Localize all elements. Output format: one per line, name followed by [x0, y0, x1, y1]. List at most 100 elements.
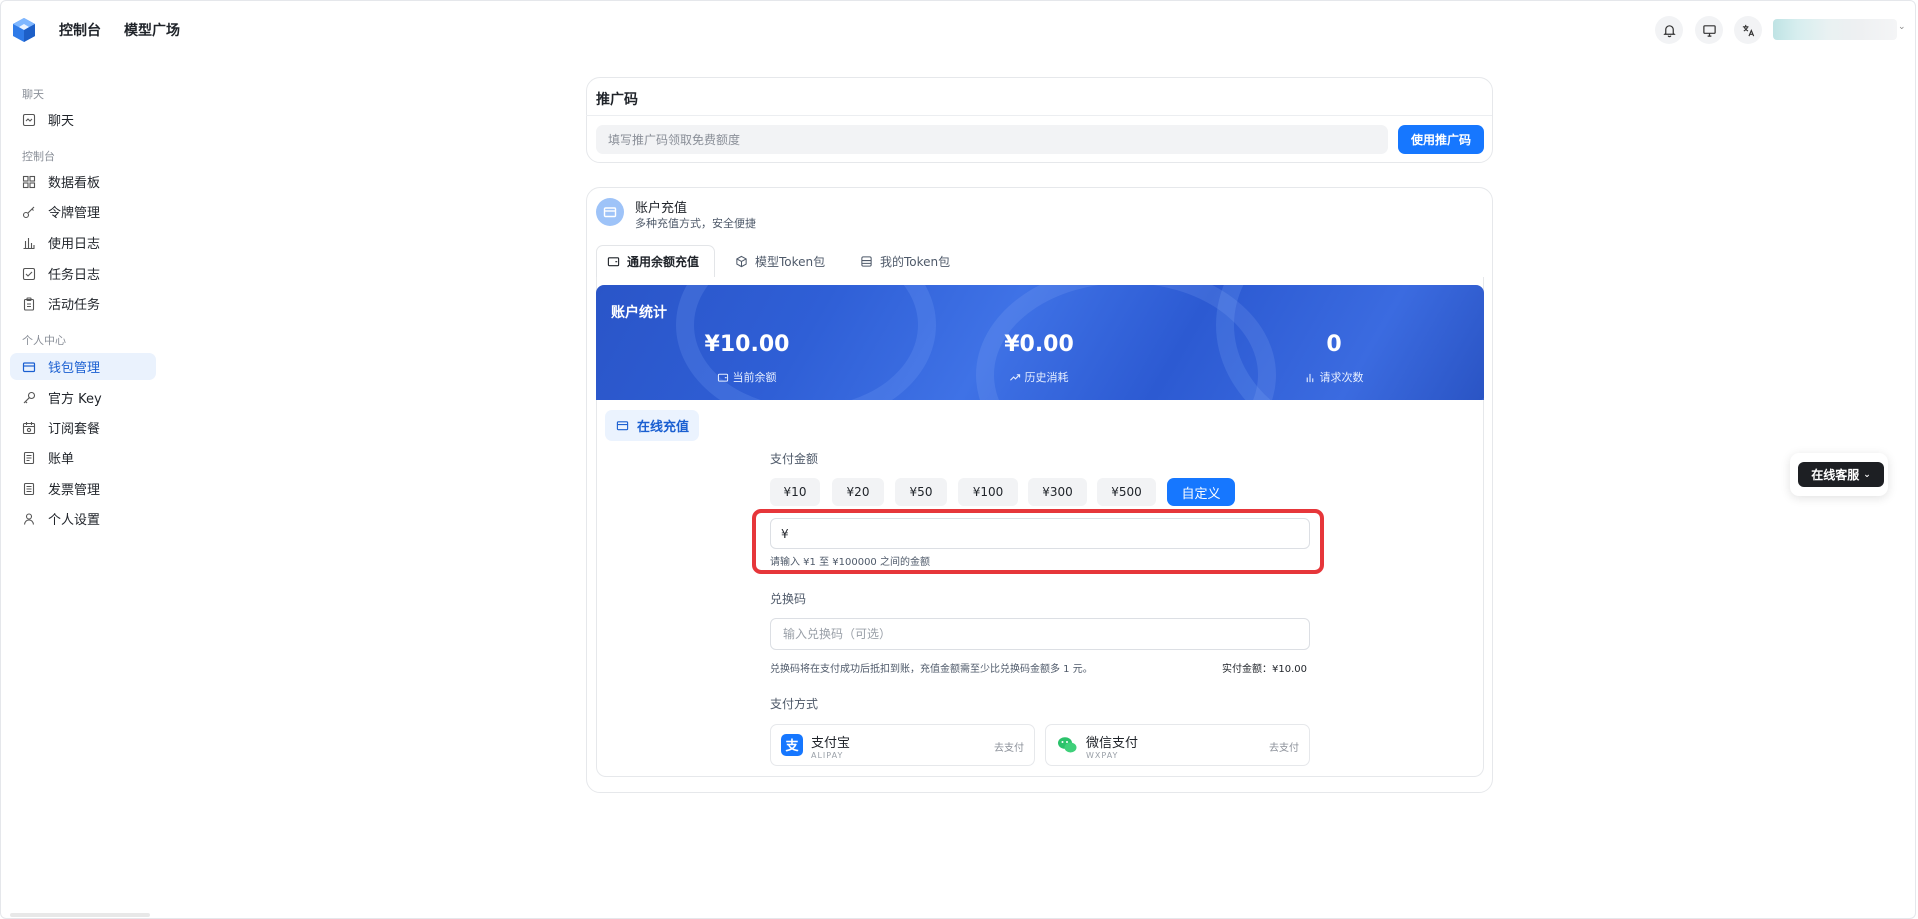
apply-promo-button[interactable]: 使用推广码 — [1398, 125, 1484, 154]
wechat-icon — [1056, 734, 1078, 756]
svg-text:支: 支 — [784, 738, 799, 754]
amount-option-500[interactable]: ¥500 — [1097, 478, 1156, 506]
payment-option-alipay[interactable]: 支 支付宝 ALIPAY 去支付 — [770, 724, 1035, 766]
sidebar-item-label: 账单 — [48, 452, 75, 467]
amount-option-100[interactable]: ¥100 — [958, 478, 1018, 506]
sidebar-item-subscription[interactable]: 订阅套餐 — [10, 414, 156, 441]
calendar-icon — [22, 421, 36, 434]
nav-console[interactable]: 控制台 — [59, 20, 101, 40]
sidebar-item-label: 令牌管理 — [48, 206, 101, 221]
sidebar-item-usage-log[interactable]: 使用日志 — [10, 229, 156, 256]
bar-chart-icon — [23, 237, 35, 249]
pay-action: 去支付 — [994, 743, 1024, 754]
recharge-title: 账户充值 — [635, 201, 688, 216]
tab-my-token-pack[interactable]: 我的Token包 — [850, 245, 960, 277]
amount-label: 支付金额 — [770, 452, 819, 466]
promo-title: 推广码 — [596, 92, 638, 108]
chevron-down-icon[interactable]: ⌄ — [1898, 22, 1906, 32]
online-service-widget: 在线客服 ⌄ — [1790, 453, 1888, 496]
stat-requests-label: 请求次数 — [1305, 369, 1364, 385]
payment-code: WXPAY — [1086, 751, 1119, 760]
sidebar-item-settings[interactable]: 个人设置 — [10, 505, 156, 532]
sidebar-item-dashboard[interactable]: 数据看板 — [10, 168, 156, 195]
sidebar-section-chat: 聊天 — [22, 88, 44, 101]
sidebar-item-label: 订阅套餐 — [48, 422, 101, 437]
alipay-icon: 支 — [781, 734, 803, 756]
dashboard-icon — [22, 175, 36, 188]
sidebar-item-label: 个人设置 — [48, 513, 101, 528]
sidebar-item-label: 发票管理 — [48, 483, 101, 498]
amount-option-20[interactable]: ¥20 — [832, 478, 884, 506]
stat-consumed-label: 历史消耗 — [1010, 369, 1069, 385]
bell-icon[interactable] — [1655, 16, 1683, 44]
amount-option-10[interactable]: ¥10 — [770, 478, 820, 506]
sidebar-scrollbar[interactable] — [10, 913, 150, 917]
sidebar-item-label: 聊天 — [48, 114, 75, 129]
sidebar-item-chat[interactable]: 聊天 — [10, 106, 156, 133]
stat-balance-value: ¥10.00 — [704, 332, 790, 357]
monitor-icon[interactable] — [1695, 16, 1723, 44]
tab-balance-recharge[interactable]: 通用余额充值 — [596, 245, 715, 277]
redeem-code-label: 兑换码 — [770, 592, 807, 606]
amount-input-value: ¥ — [781, 526, 789, 541]
stats-title: 账户统计 — [611, 305, 667, 321]
card-icon — [596, 198, 624, 226]
invoice-icon — [23, 482, 35, 495]
pay-total: 实付金额：¥10.00 — [1222, 664, 1307, 675]
card-icon — [616, 421, 629, 431]
sidebar-item-task-log[interactable]: 任务日志 — [10, 260, 156, 287]
sidebar-item-label: 活动任务 — [48, 298, 101, 313]
nav-model-plaza[interactable]: 模型广场 — [124, 20, 180, 40]
sidebar-section-personal: 个人中心 — [22, 334, 66, 347]
promo-code-input[interactable] — [596, 125, 1388, 154]
redeem-code-input[interactable] — [770, 618, 1310, 650]
online-service-button[interactable]: 在线客服 ⌄ — [1798, 462, 1884, 487]
tab-label: 模型Token包 — [755, 254, 826, 269]
sidebar-item-wallet[interactable]: 钱包管理 — [10, 353, 156, 380]
tab-label: 我的Token包 — [880, 254, 951, 269]
wallet-icon — [717, 373, 729, 382]
tab-online-recharge[interactable]: 在线充值 — [605, 410, 699, 441]
sidebar-item-official-key[interactable]: 官方 Key — [10, 384, 156, 411]
custom-amount-input[interactable]: ¥ — [770, 518, 1310, 549]
app-logo-icon[interactable] — [10, 16, 38, 44]
redeem-code-hint: 兑换码将在支付成功后抵扣到账，充值金额需至少比兑换码金额多 1 元。 — [770, 664, 1093, 675]
stat-consumed-value: ¥0.00 — [1004, 332, 1074, 357]
amount-option-50[interactable]: ¥50 — [895, 478, 947, 506]
sidebar-section-console: 控制台 — [22, 150, 55, 163]
stat-balance-label: 当前余额 — [717, 369, 777, 385]
sidebar-item-invoice[interactable]: 发票管理 — [10, 475, 156, 502]
key-icon — [22, 206, 35, 218]
chevron-down-icon: ⌄ — [1863, 469, 1871, 480]
recharge-subtitle: 多种充值方式，安全便捷 — [635, 217, 756, 230]
database-icon — [861, 255, 872, 267]
sidebar-item-label: 数据看板 — [48, 176, 101, 191]
key-outline-icon — [23, 391, 36, 403]
stat-requests-value: 0 — [1326, 332, 1342, 357]
payment-option-wechat[interactable]: 微信支付 WXPAY 去支付 — [1045, 724, 1310, 766]
translate-icon[interactable] — [1734, 16, 1762, 44]
amount-option-300[interactable]: ¥300 — [1028, 478, 1087, 506]
cube-icon — [736, 255, 747, 267]
sidebar-item-bill[interactable]: 账单 — [10, 444, 156, 471]
trend-up-icon — [1010, 373, 1021, 381]
sidebar-item-activity[interactable]: 活动任务 — [10, 290, 156, 317]
tab-model-token-pack[interactable]: 模型Token包 — [725, 245, 835, 277]
sidebar-item-tokens[interactable]: 令牌管理 — [10, 198, 156, 225]
user-icon — [23, 512, 35, 525]
payment-code: ALIPAY — [811, 751, 844, 760]
sidebar-item-label: 官方 Key — [48, 392, 102, 407]
clipboard-icon — [23, 296, 35, 311]
divider — [586, 115, 1492, 116]
chat-icon — [22, 113, 36, 126]
bar-chart-icon — [1306, 373, 1314, 382]
checklist-icon — [22, 267, 36, 280]
sidebar-item-label: 使用日志 — [48, 237, 101, 252]
user-avatar[interactable] — [1773, 19, 1897, 40]
receipt-icon — [23, 451, 35, 464]
tab-label: 通用余额充值 — [627, 255, 700, 269]
account-stats-banner: 账户统计 ¥10.00 当前余额 ¥0.00 历史消耗 0 请求次数 — [596, 285, 1484, 400]
sidebar-item-label: 任务日志 — [48, 268, 101, 283]
payment-name: 微信支付 — [1086, 736, 1139, 751]
custom-amount-button[interactable]: 自定义 — [1167, 478, 1235, 506]
